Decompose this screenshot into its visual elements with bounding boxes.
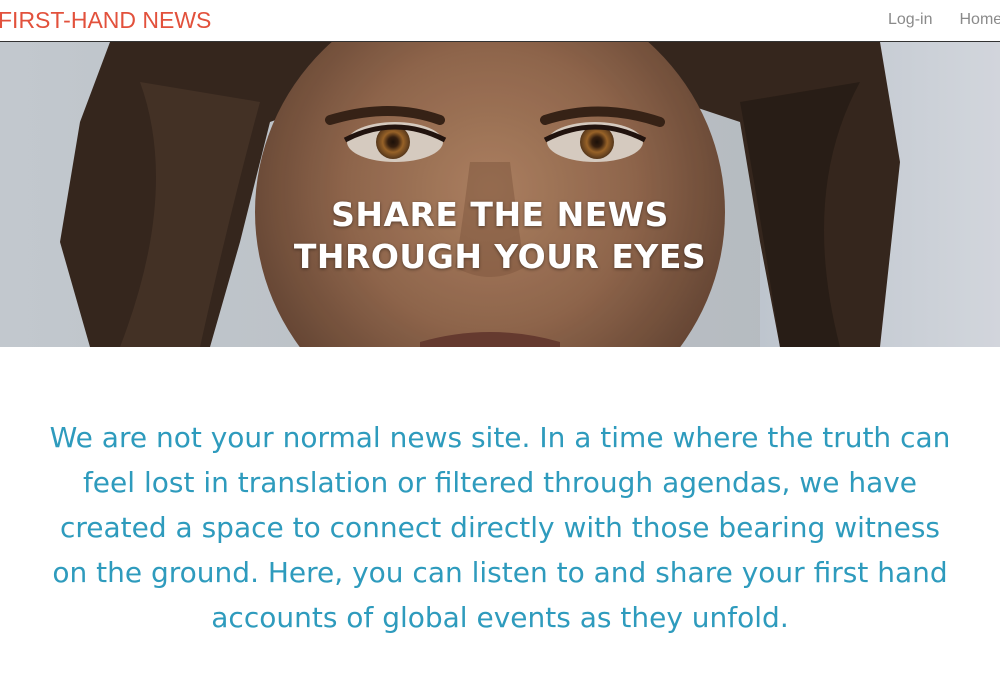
brand-logo-link[interactable]: FIRST-HAND NEWS xyxy=(0,7,211,33)
nav-home-link[interactable]: Home xyxy=(959,10,1000,30)
hero-title: SHARE THE NEWS THROUGH YOUR EYES xyxy=(0,194,1000,278)
intro-paragraph: We are not your normal news site. In a t… xyxy=(49,421,951,634)
nav-links: Log-in Home xyxy=(888,0,1000,42)
top-navbar: FIRST-HAND NEWS Log-in Home xyxy=(0,0,1000,42)
nav-login-link[interactable]: Log-in xyxy=(888,10,932,30)
hero-title-line-2: THROUGH YOUR EYES xyxy=(293,237,707,277)
hero-banner: SHARE THE NEWS THROUGH YOUR EYES xyxy=(0,42,1000,347)
hero-title-line-1: SHARE THE NEWS xyxy=(331,195,669,235)
